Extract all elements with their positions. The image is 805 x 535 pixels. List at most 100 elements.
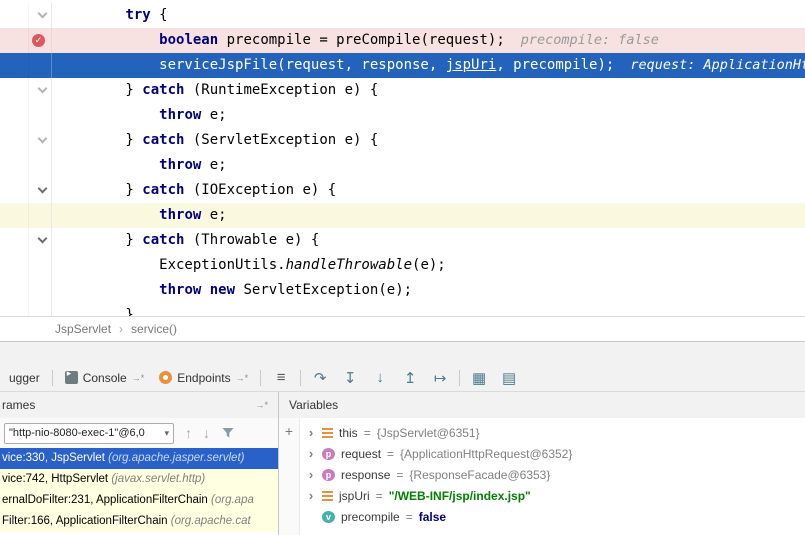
inline-debug-hint: precompile: false xyxy=(521,32,659,48)
code-line[interactable]: throw e; xyxy=(0,103,805,128)
code-text: throw e; xyxy=(52,203,227,228)
editor-gutter[interactable] xyxy=(0,53,52,78)
variable-row[interactable]: ›presponse = {ResponseFacade@6353} xyxy=(300,464,805,485)
step-into-icon[interactable]: ↧ xyxy=(339,369,361,387)
layout-menu-icon[interactable]: ≡ xyxy=(270,369,292,386)
run-to-cursor-icon[interactable]: ↦ xyxy=(429,369,451,387)
filter-icon[interactable] xyxy=(221,426,235,440)
previous-frame-button[interactable]: ↑ xyxy=(185,425,192,441)
next-frame-button[interactable]: ↓ xyxy=(203,425,210,441)
code-token xyxy=(58,32,159,48)
tab-endpoints[interactable]: Endpoints →* xyxy=(156,364,251,391)
stack-frame-row[interactable]: vice:330, JspServlet (org.apache.jasper.… xyxy=(0,448,278,469)
variable-row[interactable]: ›this = {JspServlet@6351} xyxy=(300,422,805,443)
code-editor[interactable]: try {✓ boolean precompile = preCompile(r… xyxy=(0,0,805,316)
editor-gutter[interactable] xyxy=(0,153,52,178)
code-line[interactable]: throw e; xyxy=(0,153,805,178)
tab-console-label: Console xyxy=(83,371,127,385)
separator xyxy=(260,370,261,386)
variables-list: ›this = {JspServlet@6351}›prequest = {Ap… xyxy=(300,418,805,535)
code-token xyxy=(58,107,159,123)
fold-chevron-icon[interactable] xyxy=(38,9,48,19)
editor-gutter[interactable] xyxy=(0,78,52,103)
code-token: catch xyxy=(142,82,184,98)
breakpoint-icon[interactable]: ✓ xyxy=(32,34,45,47)
expand-chevron-icon[interactable]: › xyxy=(306,488,316,503)
code-line[interactable]: } catch (Throwable e) { xyxy=(0,228,805,253)
editor-gutter[interactable]: ✓ xyxy=(0,28,52,53)
editor-gutter[interactable] xyxy=(0,3,52,28)
frames-header-mark-icon[interactable]: →* xyxy=(255,400,268,410)
expand-chevron-icon[interactable]: › xyxy=(306,467,316,482)
code-token: ExceptionUtils. xyxy=(58,257,286,273)
code-line[interactable]: } catch (ServletException e) { xyxy=(0,128,805,153)
frame-location: Filter:166, ApplicationFilterChain xyxy=(2,515,171,527)
variable-row[interactable]: vprecompile = false xyxy=(300,506,805,527)
equals-sign: = xyxy=(406,510,413,524)
expand-chevron-icon[interactable]: › xyxy=(306,446,316,461)
code-token: (Throwable e) { xyxy=(184,232,319,248)
breadcrumb-method[interactable]: service() xyxy=(131,322,177,336)
tab-debugger[interactable]: ugger xyxy=(6,364,43,391)
editor-gutter[interactable] xyxy=(0,178,52,203)
param-icon: p xyxy=(322,469,335,481)
fold-chevron-icon[interactable] xyxy=(38,184,48,194)
code-line[interactable]: ExceptionUtils.handleThrowable(e); xyxy=(0,253,805,278)
thread-selector-dropdown[interactable]: "http-nio-8080-exec-1"@6,0 ▾ xyxy=(4,423,174,444)
tab-endpoints-mark-icon[interactable]: →* xyxy=(236,373,249,383)
code-token: } xyxy=(58,232,142,248)
code-token: (ServletException e) { xyxy=(184,132,378,148)
code-text: ExceptionUtils.handleThrowable(e); xyxy=(52,253,446,278)
code-line[interactable]: } catch (IOException e) { xyxy=(0,178,805,203)
editor-gutter[interactable] xyxy=(0,303,52,316)
code-text: } catch (ServletException e) { xyxy=(52,128,378,153)
frames-title: rames xyxy=(2,398,35,412)
code-line[interactable]: throw new ServletException(e); xyxy=(0,278,805,303)
expand-chevron-icon[interactable]: › xyxy=(306,425,316,440)
fold-chevron-icon[interactable] xyxy=(38,234,48,244)
code-token: throw xyxy=(159,207,201,223)
step-out-icon[interactable]: ↥ xyxy=(399,369,421,387)
editor-gutter[interactable] xyxy=(0,103,52,128)
frame-package: (javax.servlet.http) xyxy=(111,473,205,485)
breadcrumb-class[interactable]: JspServlet xyxy=(55,322,111,336)
editor-gutter[interactable] xyxy=(0,228,52,253)
view-breakpoints-icon[interactable]: ▦ xyxy=(468,369,490,387)
chevron-down-icon: ▾ xyxy=(164,428,169,439)
code-line[interactable]: serviceJspFile(request, response, jspUri… xyxy=(0,53,805,78)
variable-row[interactable]: ›prequest = {ApplicationHttpRequest@6352… xyxy=(300,443,805,464)
editor-gutter[interactable] xyxy=(0,253,52,278)
fold-chevron-icon[interactable] xyxy=(38,134,48,144)
code-token: , precompile); xyxy=(496,57,614,73)
editor-gutter[interactable] xyxy=(0,278,52,303)
step-over-icon[interactable]: ↷ xyxy=(309,369,331,387)
code-line[interactable]: } xyxy=(0,303,805,316)
add-watch-icon[interactable]: + xyxy=(285,423,293,439)
field-icon xyxy=(322,491,333,501)
fold-chevron-icon[interactable] xyxy=(38,84,48,94)
code-line[interactable]: throw e; xyxy=(0,203,805,228)
thread-name: "http-nio-8080-exec-1"@6,0 xyxy=(9,427,164,439)
code-token: serviceJspFile(request, response, xyxy=(58,57,446,73)
equals-sign: = xyxy=(396,468,403,482)
code-token: } xyxy=(58,182,142,198)
mute-breakpoints-icon[interactable]: ▤ xyxy=(498,369,520,387)
code-token: (e); xyxy=(412,257,446,273)
editor-gutter[interactable] xyxy=(0,128,52,153)
tab-console[interactable]: Console →* xyxy=(62,364,148,391)
variable-row[interactable]: ›jspUri = "/WEB-INF/jsp/index.jsp" xyxy=(300,485,805,506)
code-line[interactable]: ✓ boolean precompile = preCompile(reques… xyxy=(0,28,805,53)
code-line[interactable]: } catch (RuntimeException e) { xyxy=(0,78,805,103)
editor-gutter[interactable] xyxy=(0,203,52,228)
tab-console-mark-icon[interactable]: →* xyxy=(132,373,145,383)
code-token: throw xyxy=(159,157,201,173)
force-step-into-icon[interactable]: ↓ xyxy=(369,369,391,386)
code-token: try xyxy=(125,7,150,23)
separator xyxy=(300,370,301,386)
code-line[interactable]: try { xyxy=(0,3,805,28)
stack-frame-row[interactable]: vice:742, HttpServlet (javax.servlet.htt… xyxy=(0,469,278,490)
stack-frame-row[interactable]: ernalDoFilter:231, ApplicationFilterChai… xyxy=(0,490,278,511)
stack-frame-row[interactable]: Filter:166, ApplicationFilterChain (org.… xyxy=(0,511,278,532)
variables-toolbar: + xyxy=(279,418,300,535)
equals-sign: = xyxy=(376,489,383,503)
